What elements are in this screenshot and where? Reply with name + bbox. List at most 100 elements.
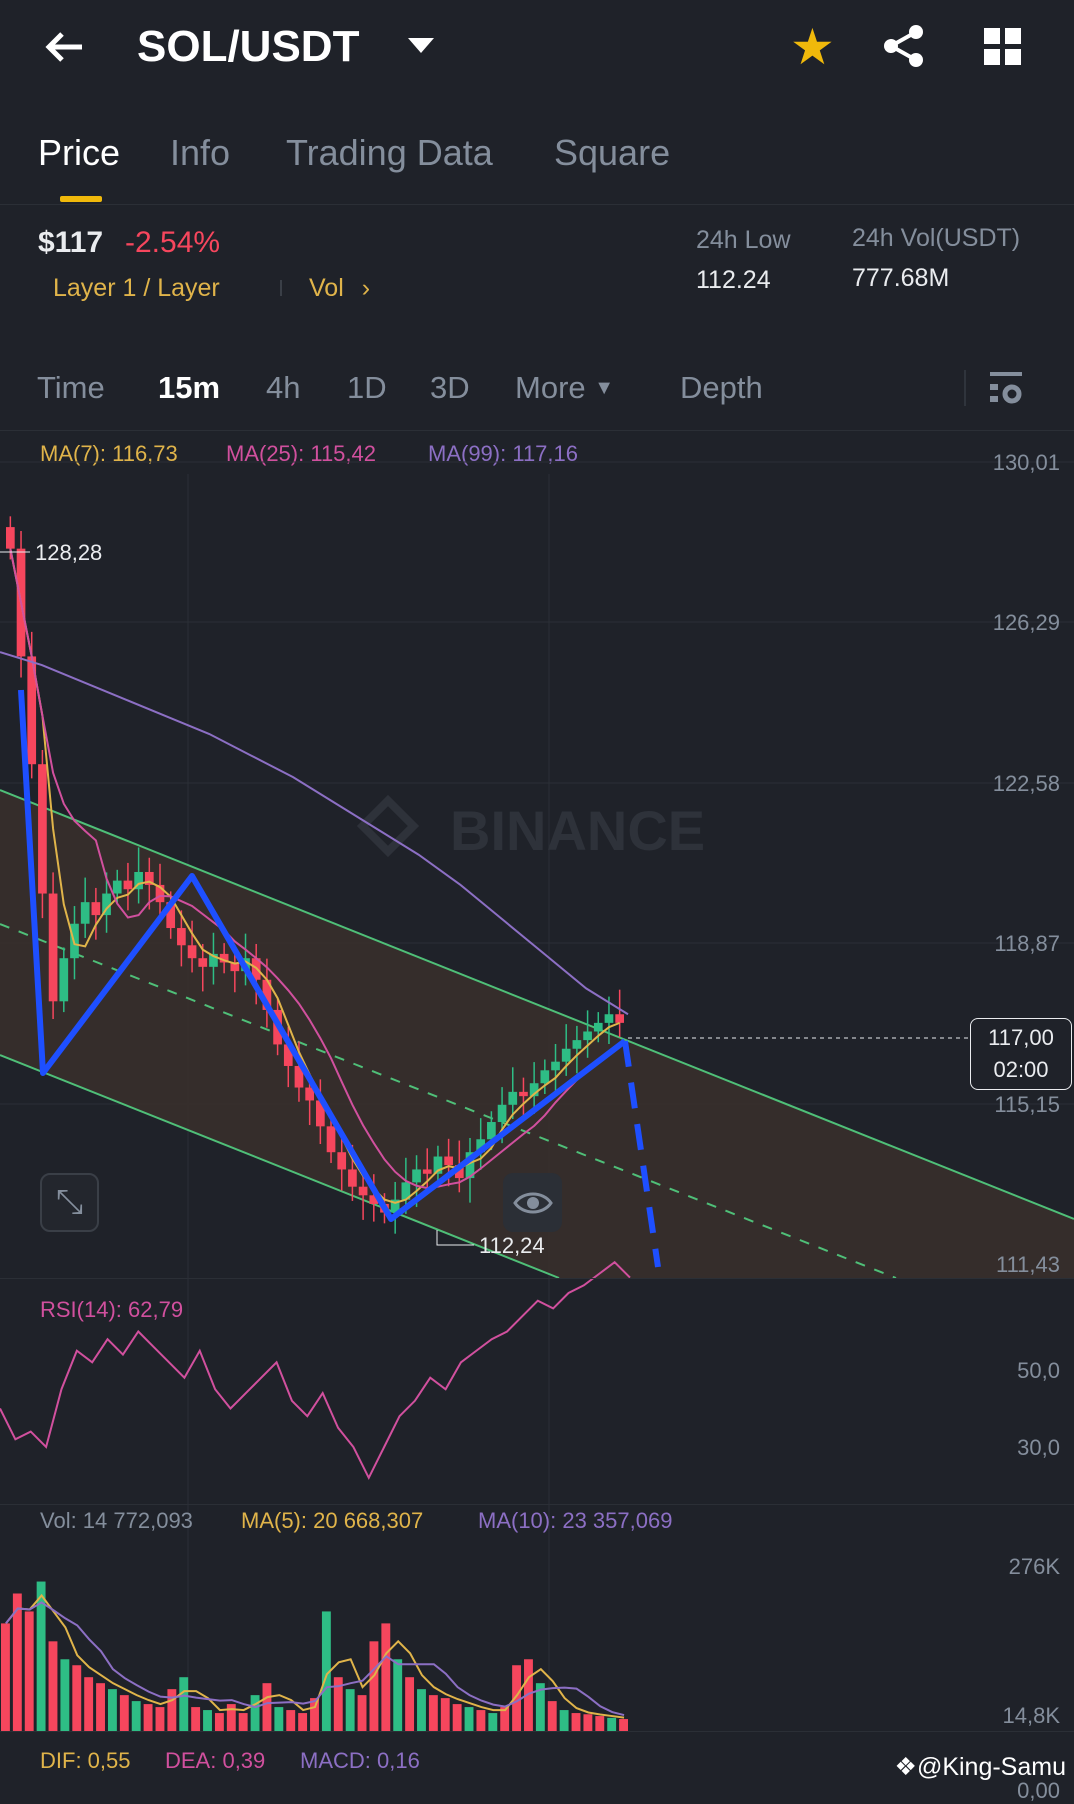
volume-bar	[24, 1611, 34, 1731]
volume-bar	[203, 1710, 212, 1731]
candle	[59, 958, 69, 1002]
candle	[519, 1091, 528, 1097]
volume-bar	[417, 1689, 426, 1731]
candle	[444, 1156, 453, 1166]
volume-bar	[155, 1707, 165, 1731]
high-marker: 128,28	[35, 540, 102, 565]
vol-ma10-legend: MA(10): 23 357,069	[478, 1508, 673, 1533]
visibility-toggle-button[interactable]	[503, 1173, 562, 1232]
volume-bar	[571, 1713, 581, 1731]
volume-bar	[381, 1623, 391, 1731]
volume-bar	[131, 1701, 141, 1731]
candle	[572, 1040, 582, 1049]
volume-bar	[250, 1695, 260, 1731]
volume-bar	[191, 1707, 201, 1731]
volume-bar	[143, 1704, 153, 1731]
candle	[358, 1186, 368, 1196]
candle	[412, 1169, 421, 1183]
credit-text: @King-Samu	[916, 1753, 1066, 1781]
watermark-logo-icon	[356, 794, 420, 858]
volume-bar	[72, 1665, 82, 1731]
candle	[561, 1048, 571, 1062]
candle	[551, 1061, 560, 1071]
price-axis-label: 115,15	[994, 1092, 1060, 1117]
price-axis-label: 122,58	[992, 771, 1060, 796]
volume-bar	[107, 1689, 117, 1731]
price-axis-label: 111,43	[995, 1252, 1060, 1277]
candle	[540, 1070, 550, 1084]
volume-bar	[559, 1710, 569, 1731]
macd-value: MACD: 0,16	[300, 1748, 420, 1773]
volume-bar	[310, 1698, 319, 1731]
price-axis-label: 126,29	[992, 610, 1060, 635]
rsi-line	[0, 1260, 631, 1481]
volume-bar	[607, 1717, 617, 1731]
rsi-axis-label: 30,0	[1017, 1435, 1060, 1460]
candle	[497, 1104, 507, 1123]
candle	[91, 902, 101, 916]
divider	[0, 1731, 1074, 1732]
volume-bar	[488, 1713, 498, 1731]
candle	[198, 958, 208, 967]
volume-bar	[238, 1713, 248, 1731]
candle	[80, 902, 90, 924]
fullscreen-button[interactable]: ⤡	[40, 1173, 99, 1232]
watermark: BINANCE	[450, 799, 705, 862]
volume-bar	[262, 1683, 272, 1731]
volume-bar	[428, 1695, 438, 1731]
vol-legend: Vol: 14 772,093	[40, 1508, 193, 1533]
candle	[177, 928, 186, 946]
candle	[6, 527, 15, 549]
volume-bar	[369, 1641, 379, 1731]
eye-icon	[512, 1192, 553, 1214]
candle	[422, 1169, 432, 1174]
volume-bar	[547, 1701, 557, 1731]
low-marker: 112,24	[479, 1233, 545, 1258]
volume-bar	[595, 1716, 605, 1731]
vol-axis-label: 14,8K	[1002, 1703, 1061, 1728]
candle	[615, 1014, 624, 1023]
volume-bar	[60, 1659, 70, 1731]
rsi-legend: RSI(14): 62,79	[40, 1297, 184, 1322]
volume-bar	[583, 1714, 593, 1731]
vol-ma5-legend: MA(5): 20 668,307	[241, 1508, 424, 1533]
candle	[187, 945, 197, 959]
divider	[0, 1278, 1074, 1279]
price-axis-label: 118,87	[994, 931, 1060, 956]
volume-bar	[476, 1710, 486, 1731]
candle	[112, 880, 122, 894]
volume-bar	[274, 1707, 284, 1731]
volume-bar	[96, 1683, 105, 1731]
volume-bar	[405, 1677, 415, 1731]
vol-axis-label: 276K	[1008, 1554, 1060, 1579]
volume-bar	[298, 1713, 308, 1731]
candle	[593, 1022, 603, 1032]
volume-bar	[167, 1689, 177, 1731]
candle-countdown: 02:00	[993, 1057, 1049, 1082]
volume-bar	[345, 1689, 355, 1731]
volume-bar	[84, 1677, 94, 1731]
candle	[583, 1031, 592, 1041]
candle	[48, 893, 58, 1002]
volume-bar	[179, 1677, 189, 1731]
expand-icon: ⤡	[55, 1183, 84, 1221]
volume-bar	[357, 1695, 367, 1731]
volume-bar	[393, 1659, 403, 1731]
volume-bar	[464, 1707, 474, 1731]
candle	[123, 880, 133, 890]
candle	[348, 1169, 357, 1187]
volume-bar	[619, 1719, 628, 1731]
macd-dea: DEA: 0,39	[165, 1748, 266, 1773]
candle	[337, 1152, 347, 1170]
volume-bar	[452, 1704, 462, 1731]
volume-bar	[119, 1695, 129, 1731]
current-price-label: 117,00 02:00	[970, 1018, 1072, 1090]
current-price-value: 117,00	[988, 1025, 1054, 1050]
volume-bar	[440, 1698, 450, 1731]
candle	[604, 1014, 614, 1023]
macd-dif: DIF: 0,55	[40, 1748, 131, 1773]
divider	[0, 1504, 1074, 1505]
price-axis-label: 130,01	[992, 450, 1060, 475]
binance-logo-icon: ❖	[894, 1753, 917, 1781]
volume-bar	[48, 1641, 58, 1731]
